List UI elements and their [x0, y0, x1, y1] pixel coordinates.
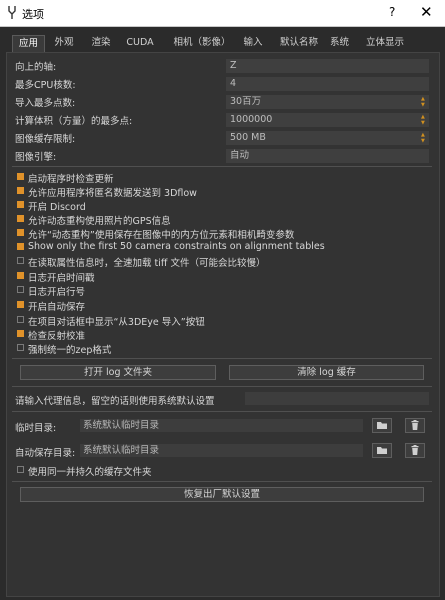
title-bar: 选项 ? ✕: [0, 0, 445, 27]
divider: [12, 411, 432, 412]
tab-cuda[interactable]: CUDA: [123, 35, 157, 52]
divider: [12, 481, 432, 482]
checkbox-icon[interactable]: [17, 229, 24, 236]
image-engine-dropdown[interactable]: 自动: [226, 149, 429, 163]
tab-input[interactable]: 输入: [238, 35, 268, 52]
checkbox-icon[interactable]: [17, 316, 24, 323]
checkbox-icon[interactable]: [17, 272, 24, 279]
proxy-input[interactable]: [245, 392, 429, 405]
checkbox-icon[interactable]: [17, 257, 24, 264]
window-title: 选项: [22, 8, 44, 21]
autosave-dir-label: 自动保存目录:: [15, 448, 76, 459]
proxy-label: 请输入代理信息，留空的话则使用系统默认设置: [15, 396, 215, 407]
browse-temp-dir-button[interactable]: [372, 418, 392, 433]
help-button[interactable]: ?: [389, 5, 395, 19]
checkbox-icon[interactable]: [17, 466, 24, 473]
tab-rendering[interactable]: 渲染: [86, 35, 116, 52]
image-engine-label: 图像引擎:: [15, 152, 57, 163]
checkbox-icon[interactable]: [17, 187, 24, 194]
browse-autosave-dir-button[interactable]: [372, 443, 392, 458]
checkbox-icon[interactable]: [17, 173, 24, 180]
spinner-arrows-icon[interactable]: ▲ ▼: [421, 96, 426, 108]
temp-dir-label: 临时目录:: [15, 423, 57, 434]
image-cache-label: 图像缓存限制:: [15, 134, 76, 145]
trash-icon: [411, 445, 419, 455]
folder-icon: [377, 422, 387, 429]
spinner-arrows-icon[interactable]: ▲ ▼: [421, 114, 426, 126]
divider: [12, 166, 432, 167]
max-cpu-label: 最多CPU核数:: [15, 80, 76, 91]
delete-temp-dir-button[interactable]: [405, 418, 425, 433]
tab-appearance[interactable]: 外观: [49, 35, 79, 52]
checkbox-icon[interactable]: [17, 301, 24, 308]
tab-application[interactable]: 应用: [12, 35, 45, 53]
checkbox-icon[interactable]: [17, 201, 24, 208]
folder-icon: [377, 447, 387, 454]
checkbox-icon[interactable]: [17, 344, 24, 351]
checkbox-icon[interactable]: [17, 286, 24, 293]
close-button[interactable]: ✕: [420, 3, 433, 21]
autosave-dir-input[interactable]: 系统默认临时目录: [80, 444, 363, 457]
volume-max-points-label: 计算体积（方量）的最多点:: [15, 116, 133, 127]
import-max-points-label: 导入最多点数:: [15, 98, 76, 109]
up-axis-field[interactable]: Z: [226, 59, 429, 73]
checkbox-icon[interactable]: [17, 330, 24, 337]
open-log-folder-button[interactable]: 打开 log 文件夹: [20, 365, 216, 380]
import-max-points-field[interactable]: 30百万 ▲ ▼: [226, 95, 429, 109]
temp-dir-input[interactable]: 系统默认临时目录: [80, 419, 363, 432]
trash-icon: [411, 420, 419, 430]
delete-autosave-dir-button[interactable]: [405, 443, 425, 458]
checkbox-icon[interactable]: [17, 243, 24, 250]
tab-bar: 应用 外观 渲染 CUDA 相机（影像） 输入 默认名称 系统 立体显示: [12, 35, 440, 53]
app-icon: [8, 6, 16, 19]
tab-system[interactable]: 系统: [326, 35, 353, 52]
tab-camera[interactable]: 相机（影像）: [167, 35, 237, 52]
up-axis-label: 向上的轴:: [15, 62, 57, 73]
tab-stereo[interactable]: 立体显示: [359, 35, 411, 52]
volume-max-points-field[interactable]: 1000000 ▲ ▼: [226, 113, 429, 127]
restore-defaults-button[interactable]: 恢复出厂默认设置: [20, 487, 424, 502]
divider: [12, 358, 432, 359]
image-cache-field[interactable]: 500 MB ▲ ▼: [226, 131, 429, 145]
checkbox-icon[interactable]: [17, 215, 24, 222]
clear-log-cache-button[interactable]: 清除 log 缓存: [229, 365, 424, 380]
tab-default-names[interactable]: 默认名称: [273, 35, 325, 52]
divider: [12, 386, 432, 387]
max-cpu-field[interactable]: 4: [226, 77, 429, 91]
spinner-arrows-icon[interactable]: ▲ ▼: [421, 132, 426, 144]
